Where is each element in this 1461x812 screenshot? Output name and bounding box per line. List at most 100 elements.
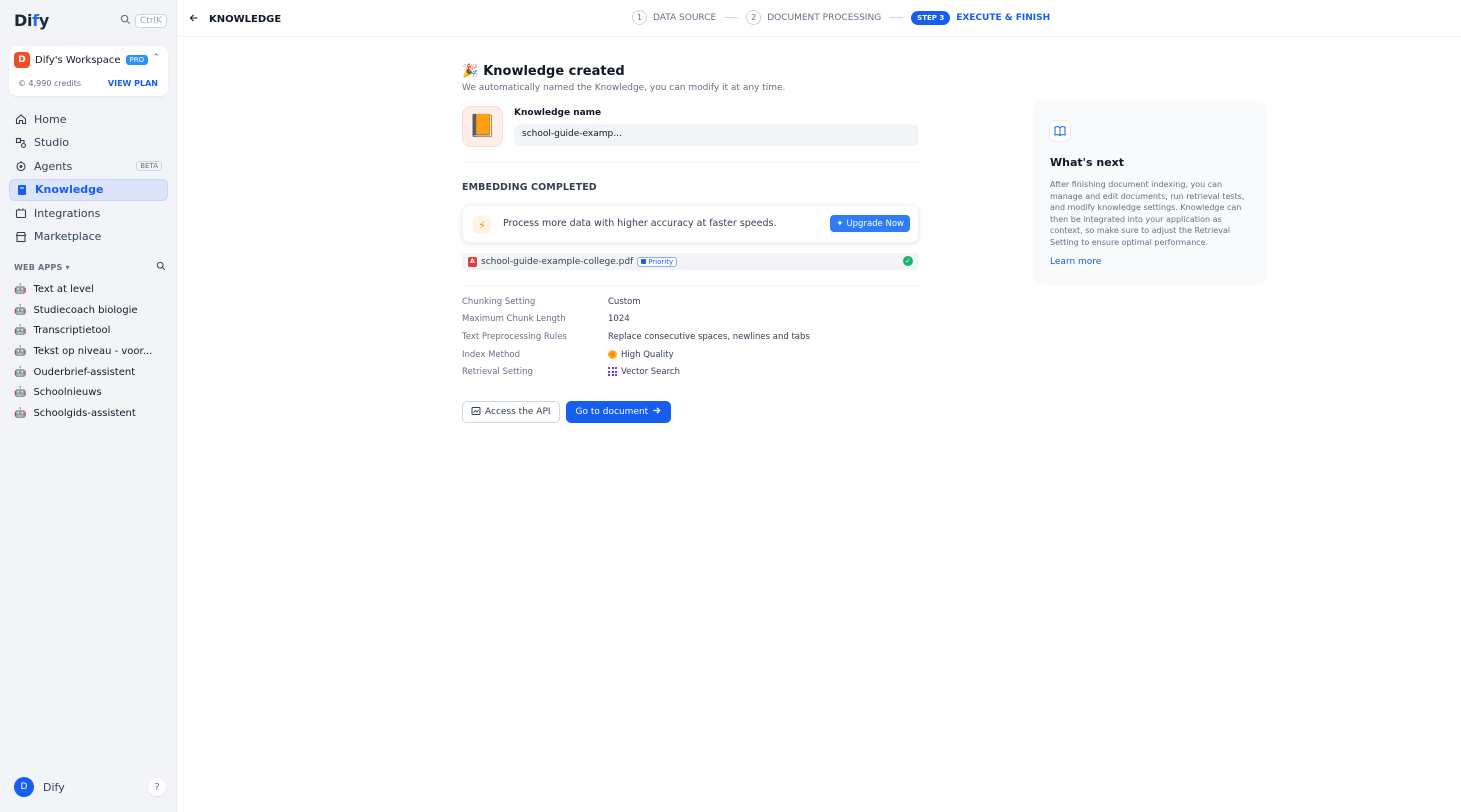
step-divider xyxy=(724,17,739,18)
setting-key: Index Method xyxy=(462,349,520,360)
setting-value: Custom xyxy=(608,296,641,307)
setting-key: Chunking Setting xyxy=(462,296,536,307)
upgrade-button-label: Upgrade Now xyxy=(846,218,904,229)
credits-count: © 4,990 credits xyxy=(18,79,82,88)
step-label: DOCUMENT PROCESSING xyxy=(767,12,882,23)
page-subtitle: We automatically named the Knowledge, yo… xyxy=(462,83,786,93)
web-apps-header: WEB APPS ▾ xyxy=(14,260,166,274)
title-text: Knowledge created xyxy=(483,64,625,79)
web-apps-list: 🤖 Text at level 🤖 Studiecoach biologie 🤖 Tr… xyxy=(14,279,169,424)
action-buttons: Access the API Go to document xyxy=(462,401,672,423)
step-divider xyxy=(889,17,904,18)
web-apps-title[interactable]: WEB APPS ▾ xyxy=(14,263,70,272)
priority-badge: Priority xyxy=(637,256,678,267)
nav-item-marketplace[interactable]: Marketplace xyxy=(9,226,168,248)
web-app-label: Schoolgids-assistent xyxy=(33,407,136,419)
plan-badge: PRO xyxy=(125,55,149,65)
help-button[interactable]: ? xyxy=(148,778,166,796)
file-name: school-guide-example-college.pdf xyxy=(481,256,634,267)
upgrade-now-button[interactable]: ✦ Upgrade Now xyxy=(830,215,910,232)
web-app-item[interactable]: 🤖 Transcriptietool xyxy=(14,320,169,341)
nav-item-studio[interactable]: Studio xyxy=(9,132,168,154)
nav-item-knowledge[interactable]: Knowledge xyxy=(9,178,168,201)
web-app-label: Schoolnieuws xyxy=(33,387,102,399)
setting-row: Index Method High Quality xyxy=(462,346,919,363)
web-app-item[interactable]: 🤖 Tekst op niveau - voor... xyxy=(14,341,169,362)
lightning-icon: ⚡ xyxy=(473,216,491,234)
settings-summary: Chunking Setting Custom Maximum Chunk Le… xyxy=(462,293,919,380)
setting-row: Maximum Chunk Length 1024 xyxy=(462,310,919,327)
setting-value-wrap: Vector Search xyxy=(608,367,680,377)
web-app-item[interactable]: 🤖 Text at level xyxy=(14,279,169,300)
robot-icon: 🤖 xyxy=(14,325,27,337)
stepper: 1 DATA SOURCE 2 DOCUMENT PROCESSING STEP… xyxy=(632,10,1050,25)
web-app-item[interactable]: 🤖 Studiecoach biologie xyxy=(14,300,169,321)
web-app-item[interactable]: 🤖 Ouderbrief-assistent xyxy=(14,362,169,383)
whats-next-title: What's next xyxy=(1050,156,1125,169)
back-to-knowledge[interactable]: KNOWLEDGE xyxy=(189,12,281,26)
nav-label: Knowledge xyxy=(35,183,104,197)
workspace-card[interactable]: D Dify's Workspace PRO ⌃ © 4,990 credits… xyxy=(9,46,168,96)
search-shortcut[interactable]: CtrlK xyxy=(120,14,167,28)
page-title: 🎉 Knowledge created xyxy=(462,64,919,79)
go-to-document-button[interactable]: Go to document xyxy=(565,401,672,423)
setting-key: Maximum Chunk Length xyxy=(462,313,566,324)
web-app-item[interactable]: 🤖 Schoolnieuws xyxy=(14,382,169,403)
agents-icon xyxy=(15,160,27,172)
vector-search-icon xyxy=(608,367,617,376)
step-label: EXECUTE & FINISH xyxy=(956,12,1051,23)
whats-next-panel: What's next After finishing document ind… xyxy=(1033,100,1267,285)
shortcut-key: CtrlK xyxy=(135,14,167,28)
workspace-name: Dify's Workspace xyxy=(35,54,121,66)
book-icon[interactable]: 📙 xyxy=(462,106,503,147)
workspace-avatar: D xyxy=(14,52,30,68)
access-api-button[interactable]: Access the API xyxy=(462,401,560,423)
nav-item-home[interactable]: Home xyxy=(9,108,168,130)
sparkle-icon: ✦ xyxy=(836,218,844,229)
main-nav: Home Studio Agents BETA Knowledge Integr… xyxy=(9,108,168,250)
setting-row: Chunking Setting Custom xyxy=(462,293,919,310)
search-icon[interactable] xyxy=(156,260,166,274)
nav-item-integrations[interactable]: Integrations xyxy=(9,202,168,224)
user-name: Dify xyxy=(43,780,65,794)
robot-icon: 🤖 xyxy=(14,283,27,295)
setting-value-wrap: High Quality xyxy=(608,350,674,360)
view-plan-link[interactable]: VIEW PLAN xyxy=(108,79,158,88)
check-circle-icon: ✓ xyxy=(903,256,913,266)
step-document-processing: 2 DOCUMENT PROCESSING xyxy=(746,10,881,25)
arrow-right-icon xyxy=(652,406,661,418)
learn-more-link[interactable]: Learn more xyxy=(1050,257,1101,267)
creation-result: 🎉 Knowledge created We automatically nam… xyxy=(462,64,919,423)
caret-down-icon: ▾ xyxy=(65,262,70,272)
go-to-document-label: Go to document xyxy=(575,407,649,417)
upgrade-text: Process more data with higher accuracy a… xyxy=(503,218,777,229)
setting-value: High Quality xyxy=(621,349,674,360)
arrow-left-icon xyxy=(189,12,199,26)
knowledge-name-input[interactable]: school-guide-examp... xyxy=(514,124,919,146)
nav-label: Marketplace xyxy=(34,230,102,244)
knowledge-icon xyxy=(16,184,28,196)
access-api-label: Access the API xyxy=(485,407,551,417)
step-execute-finish: STEP 3 EXECUTE & FINISH xyxy=(911,10,1051,25)
priority-label: Priority xyxy=(648,257,674,266)
divider xyxy=(462,285,919,286)
setting-value: Vector Search xyxy=(621,366,680,377)
web-app-item[interactable]: 🤖 Schoolgids-assistent xyxy=(14,403,169,424)
step-number: 1 xyxy=(632,10,647,25)
setting-value: 1024 xyxy=(608,313,630,324)
nav-item-agents[interactable]: Agents BETA xyxy=(9,155,168,177)
chevron-updown-icon[interactable]: ⌃ xyxy=(152,53,160,63)
setting-key: Retrieval Setting xyxy=(462,366,533,377)
robot-icon: 🤖 xyxy=(14,387,27,399)
top-bar: KNOWLEDGE 1 DATA SOURCE 2 DOCUMENT PROCE… xyxy=(177,0,1461,37)
api-icon xyxy=(471,406,481,419)
document-row[interactable]: A school-guide-example-college.pdf Prior… xyxy=(462,253,919,270)
dify-logo[interactable]: Dify xyxy=(14,11,49,30)
user-menu[interactable]: D Dify ? xyxy=(14,777,166,797)
web-app-label: Ouderbrief-assistent xyxy=(33,366,136,378)
nav-label: Home xyxy=(34,112,67,126)
priority-icon xyxy=(641,259,647,264)
setting-row: Text Preprocessing Rules Replace consecu… xyxy=(462,327,919,346)
knowledge-name-label: Knowledge name xyxy=(514,108,602,118)
robot-icon: 🤖 xyxy=(14,366,27,378)
